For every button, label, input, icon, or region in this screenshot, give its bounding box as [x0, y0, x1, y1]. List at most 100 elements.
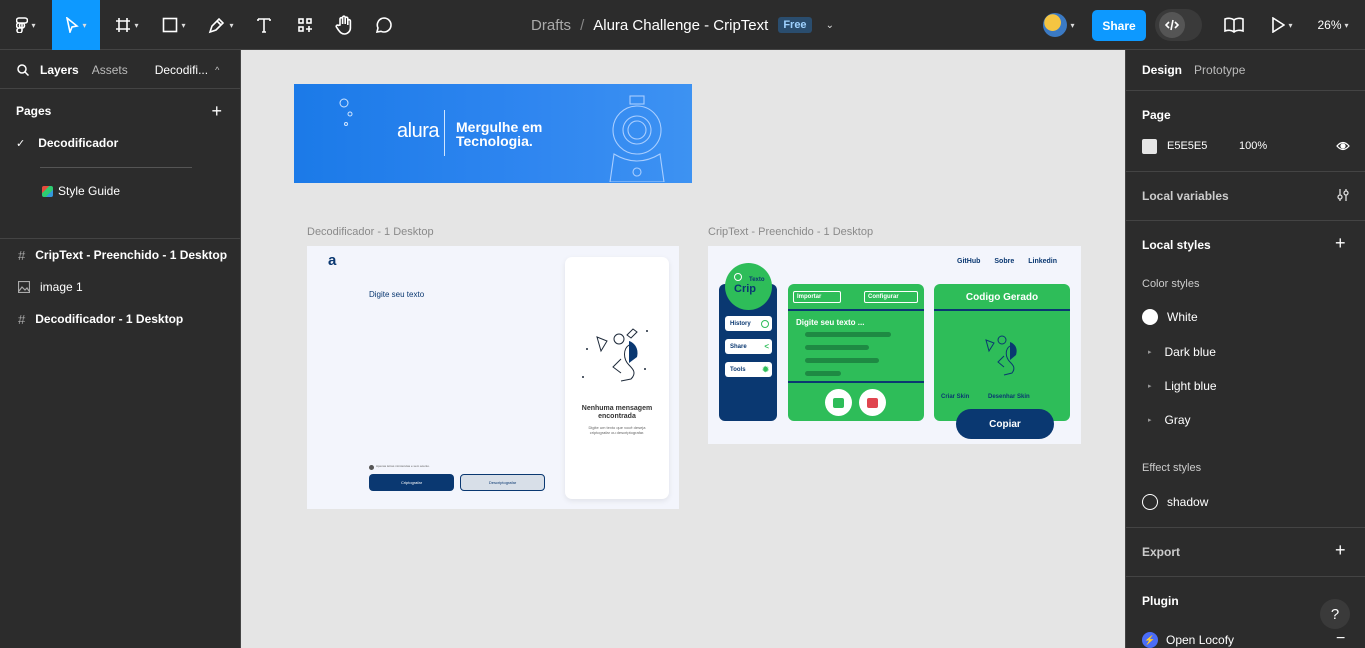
rectangle-icon — [163, 17, 178, 33]
page-color-value[interactable]: E5E5E5 — [1167, 140, 1207, 152]
chevron-right-icon: ▸ — [1148, 383, 1152, 390]
layer-label: Decodificador - 1 Desktop — [35, 312, 184, 326]
remove-plugin-icon[interactable]: − — [1336, 630, 1345, 648]
text-tool-button[interactable] — [250, 0, 278, 50]
decodificador-frame[interactable]: a Digite seu texto Apenas letras minúscu… — [307, 246, 679, 509]
comment-tool-button[interactable] — [370, 0, 398, 50]
tab-assets[interactable]: Assets — [92, 63, 128, 77]
chevron-up-icon[interactable]: ^ — [215, 65, 219, 75]
effect-style-label: shadow — [1167, 495, 1209, 509]
input-text[interactable]: Digite seu texto ... — [796, 318, 864, 327]
present-button[interactable]: ▾ — [1262, 0, 1302, 50]
tab-layers[interactable]: Layers — [40, 63, 79, 77]
text-icon — [257, 18, 271, 33]
white-swatch-icon — [1142, 309, 1158, 325]
zoom-dropdown[interactable]: 26% ▾ — [1308, 0, 1358, 50]
resources-tool-button[interactable] — [290, 0, 320, 50]
card-divider — [788, 381, 924, 383]
share-button[interactable]: Share — [1092, 10, 1146, 41]
avatar-button[interactable]: ▾ — [1034, 0, 1084, 50]
page-item-label: Style Guide — [58, 184, 121, 198]
draw-skin-link[interactable]: Desenhar Skin — [988, 394, 1030, 400]
frame-icon — [116, 18, 131, 32]
frame-label[interactable]: Decodificador - 1 Desktop — [307, 226, 434, 238]
layer-row[interactable]: image 1 — [0, 276, 240, 298]
banner-tagline-line1: Mergulhe em — [456, 119, 543, 135]
eye-icon[interactable] — [1336, 140, 1350, 152]
left-panel: Layers Assets Decodifi... ^ Pages + ✓ De… — [0, 50, 241, 648]
add-style-icon[interactable]: + — [1335, 233, 1346, 254]
page-opacity-value[interactable]: 100% — [1239, 140, 1267, 152]
library-button[interactable] — [1220, 0, 1248, 50]
copy-button[interactable]: Copiar — [956, 409, 1054, 439]
main-menu-button[interactable]: ▾ — [6, 0, 46, 50]
side-button-history[interactable]: History — [725, 316, 772, 331]
page-color-swatch[interactable] — [1142, 139, 1157, 154]
add-export-icon[interactable]: + — [1335, 540, 1346, 561]
dev-mode-toggle[interactable] — [1155, 9, 1202, 41]
shadow-effect-icon — [1142, 494, 1158, 510]
shape-tool-button[interactable]: ▾ — [154, 0, 194, 50]
help-button[interactable]: ? — [1320, 599, 1350, 629]
bubbles-icon — [339, 98, 353, 126]
create-skin-link[interactable]: Criar Skin — [941, 394, 969, 400]
breadcrumb-drafts[interactable]: Drafts — [531, 17, 571, 34]
color-style-row[interactable]: ▸ Dark blue — [1148, 345, 1216, 359]
color-style-label: Dark blue — [1164, 345, 1216, 359]
move-tool-button[interactable]: ▾ — [52, 0, 100, 50]
side-button-label: Share — [730, 343, 747, 350]
play-icon — [1272, 17, 1286, 33]
left-panel-tabs: Layers Assets Decodifi... ^ — [0, 58, 240, 82]
design-canvas[interactable]: alura Mergulhe em Tecnologia. Decodifica… — [241, 50, 1125, 648]
effect-style-row[interactable]: shadow — [1142, 494, 1208, 510]
export-title: Export — [1142, 545, 1181, 559]
tab-design[interactable]: Design — [1142, 63, 1182, 77]
color-style-row[interactable]: ▸ Light blue — [1148, 379, 1217, 393]
layer-row[interactable]: # Decodificador - 1 Desktop — [0, 308, 240, 330]
side-button-tools[interactable]: Tools ✹ — [725, 362, 772, 377]
encrypt-lock-button[interactable] — [825, 389, 852, 416]
frame-label[interactable]: CripText - Preenchido - 1 Desktop — [708, 226, 873, 238]
nav-link-sobre[interactable]: Sobre — [994, 258, 1014, 265]
nav-link-linkedin[interactable]: Linkedin — [1028, 258, 1057, 265]
text-input-placeholder[interactable]: Digite seu texto — [369, 290, 424, 299]
lock-icon — [833, 397, 844, 408]
file-menu-chevron-icon[interactable]: ⌄ — [826, 20, 834, 31]
decrypt-button[interactable]: Descriptografar — [460, 474, 545, 491]
frame-tool-button[interactable]: ▾ — [108, 0, 146, 50]
import-button[interactable]: Importar — [793, 291, 841, 303]
configure-button[interactable]: Configurar — [864, 291, 918, 303]
effect-styles-title: Effect styles — [1142, 462, 1202, 474]
layer-row[interactable]: # CripText - Preenchido - 1 Desktop — [0, 244, 240, 266]
hand-tool-button[interactable] — [330, 0, 358, 50]
chevron-down-icon: ▾ — [1344, 20, 1349, 30]
banner-image[interactable]: alura Mergulhe em Tecnologia. — [294, 84, 692, 183]
empty-message-title: Nenhuma mensagem encontrada — [581, 405, 653, 420]
local-variables-label[interactable]: Local variables — [1142, 189, 1229, 203]
configure-button-label: Configurar — [868, 294, 899, 300]
color-style-row[interactable]: ▸ Gray — [1148, 413, 1191, 427]
criptext-frame[interactable]: GitHub Sobre Linkedin Texto Crip History… — [708, 246, 1081, 444]
output-card: Nenhuma mensagem encontrada Digite um te… — [565, 257, 669, 499]
card-divider — [934, 309, 1070, 311]
page-item[interactable]: ✓ Decodificador — [0, 132, 240, 154]
plugin-row[interactable]: ⚡ Open Locofy — [1142, 632, 1234, 648]
add-page-icon[interactable]: + — [211, 101, 222, 122]
layer-label: CripText - Preenchido - 1 Desktop — [35, 248, 228, 262]
encrypt-button[interactable]: Criptografar — [369, 474, 454, 491]
color-style-row[interactable]: White — [1142, 309, 1198, 325]
page-item[interactable]: Style Guide — [0, 180, 240, 202]
tab-prototype[interactable]: Prototype — [1194, 63, 1245, 77]
search-icon[interactable] — [17, 64, 29, 76]
sliders-icon[interactable] — [1336, 188, 1350, 202]
current-page-selector[interactable]: Decodifi... — [155, 63, 208, 77]
plan-badge[interactable]: Free — [778, 17, 812, 33]
nav-link-github[interactable]: GitHub — [957, 258, 980, 265]
file-name[interactable]: Alura Challenge - CripText — [593, 17, 768, 34]
decrypt-lock-button[interactable] — [859, 389, 886, 416]
right-panel: Design Prototype Page E5E5E5 100% Local … — [1125, 50, 1365, 648]
pen-tool-button[interactable]: ▾ — [200, 0, 242, 50]
pages-title: Pages — [16, 104, 52, 118]
side-button-share[interactable]: Share < — [725, 339, 772, 354]
zoom-value: 26% — [1317, 18, 1342, 32]
